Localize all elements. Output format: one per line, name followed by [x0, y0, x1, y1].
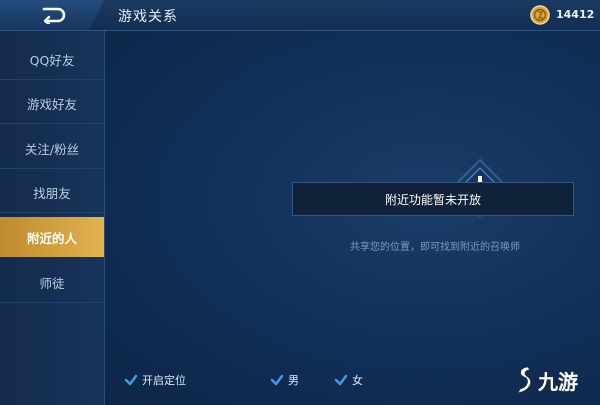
back-arrow-icon	[42, 7, 66, 24]
sidebar-item-qq-friends[interactable]: QQ好友	[0, 39, 104, 80]
female-checkbox-label: 女	[352, 374, 363, 387]
location-checkbox-label: 开启定位	[142, 374, 186, 387]
sidebar-item-label: 找朋友	[33, 185, 71, 201]
notice-banner: 附近功能暂未开放	[292, 182, 574, 216]
sidebar-item-label: 关注/粉丝	[24, 141, 80, 157]
sidebar-item-follow-fans[interactable]: 关注/粉丝	[0, 128, 104, 169]
sidebar: QQ好友 游戏好友 关注/粉丝 找朋友 附近的人 师徒	[0, 31, 105, 405]
watermark: 九游	[514, 360, 594, 400]
sidebar-item-label: 游戏好友	[26, 96, 77, 112]
sidebar-item-mentor[interactable]: 师徒	[0, 262, 104, 303]
sidebar-item-find-friends[interactable]: 找朋友	[0, 172, 104, 213]
male-checkbox-label: 男	[288, 374, 299, 387]
back-button[interactable]	[0, 0, 104, 30]
gold-coin-icon	[530, 5, 550, 25]
sidebar-item-label: 师徒	[39, 275, 65, 291]
checkmark-icon	[334, 374, 348, 386]
male-checkbox[interactable]: 男	[270, 372, 299, 388]
notice-text: 附近功能暂未开放	[384, 192, 481, 207]
sidebar-item-label: 附近的人	[26, 230, 77, 246]
sidebar-item-nearby[interactable]: 附近的人	[0, 217, 104, 257]
female-checkbox[interactable]: 女	[334, 372, 363, 388]
watermark-text: 九游	[538, 369, 578, 394]
checkmark-icon	[124, 374, 138, 386]
location-checkbox[interactable]: 开启定位	[124, 372, 186, 388]
checkmark-icon	[270, 374, 284, 386]
main-panel	[105, 31, 600, 405]
watermark-logo-icon	[517, 366, 532, 394]
sidebar-item-label: QQ好友	[29, 52, 75, 68]
coin-count: 14412	[556, 8, 595, 21]
hint-text: 共享您的位置，即可找到附近的召唤师	[350, 242, 520, 253]
page-title: 游戏关系	[118, 9, 178, 25]
sidebar-item-game-friends[interactable]: 游戏好友	[0, 83, 104, 124]
top-bar: 游戏关系 14412	[0, 0, 600, 31]
